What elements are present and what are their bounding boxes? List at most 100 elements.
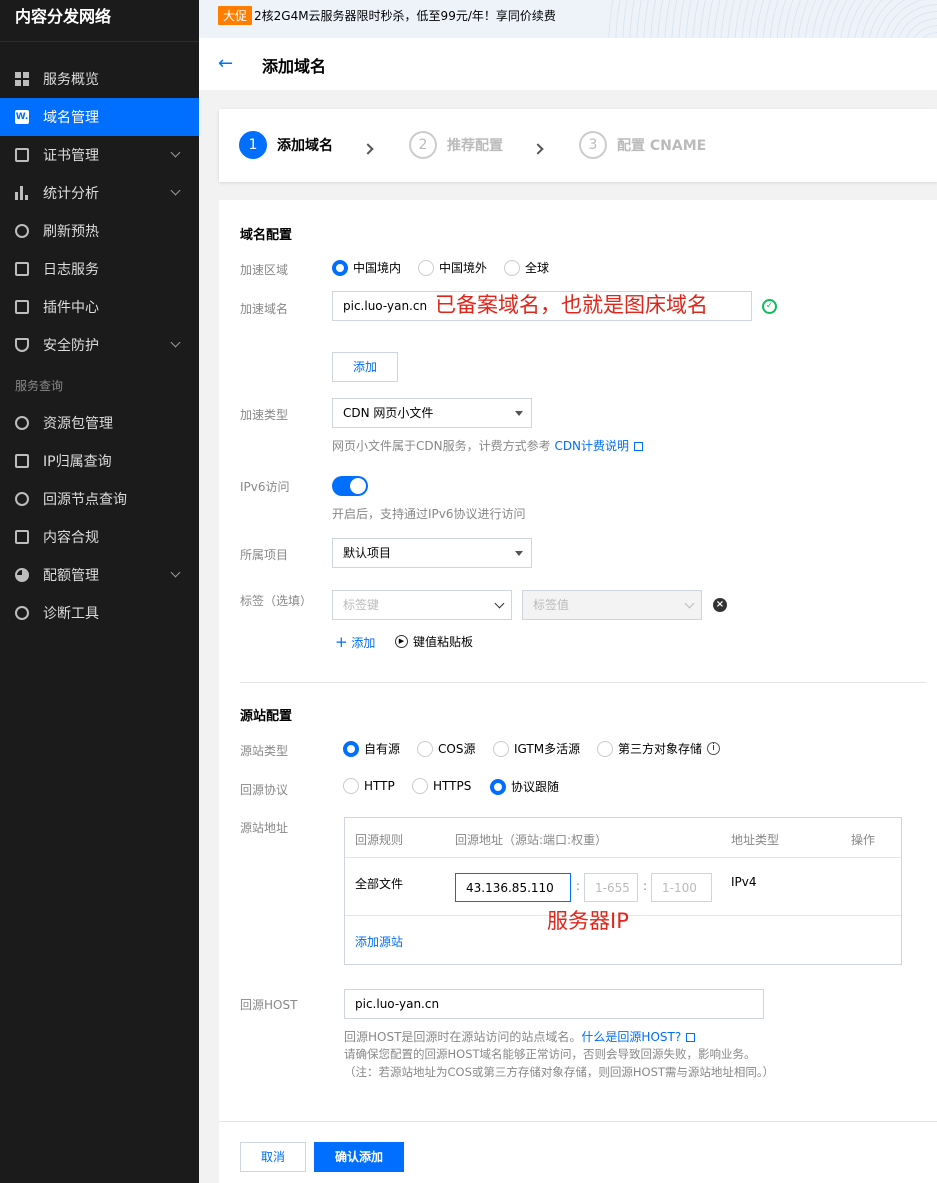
sidebar-item-label: IP归属查询	[43, 454, 112, 470]
project-label: 所属项目	[240, 548, 289, 562]
step-number: 1	[239, 131, 267, 159]
sidebar-item-label: 回源节点查询	[43, 492, 127, 508]
arrow-left-icon[interactable]: ←	[218, 53, 233, 74]
paste-tags-button[interactable]: ▶ 键值粘贴板	[395, 633, 473, 650]
origin-radio-own[interactable]: 自有源	[343, 740, 400, 757]
ip-annotation: 服务器IP	[547, 909, 629, 933]
project-select[interactable]: 默认项目	[332, 538, 532, 568]
domain-config-title: 域名配置	[240, 228, 293, 243]
sidebar-item-certificate[interactable]: 证书管理	[0, 136, 199, 174]
sidebar-item-ip-lookup[interactable]: IP归属查询	[0, 442, 199, 480]
chevron-down-icon	[684, 598, 695, 609]
origin-radio-cos[interactable]: COS源	[417, 740, 475, 757]
step-1: 1 添加域名	[239, 131, 333, 159]
info-icon[interactable]: i	[707, 742, 721, 755]
tag-key-select[interactable]: 标签键	[332, 590, 512, 620]
add-origin-link[interactable]: 添加源站	[355, 933, 403, 950]
region-radio-overseas[interactable]: 中国境外	[418, 259, 487, 276]
chevron-down-icon	[494, 598, 505, 609]
promo-bar[interactable]: 大促 2核2G4M云服务器限时秒杀，低至99元/年！享同价续费	[199, 0, 937, 38]
type-hint-text: 网页小文件属于CDN服务，计费方式参考	[332, 439, 551, 453]
sidebar-item-domain[interactable]: W. 域名管理	[0, 98, 199, 136]
steps-bar: 1 添加域名 2 推荐配置 3 配置 CNAME	[219, 109, 937, 182]
chevron-right-icon	[532, 143, 544, 155]
remove-tag-icon[interactable]: ×	[713, 598, 727, 612]
billing-link[interactable]: CDN计费说明	[554, 439, 629, 453]
region-radio-domestic[interactable]: 中国境内	[332, 259, 401, 276]
sidebar-item-label: 日志服务	[43, 262, 99, 278]
diagnose-icon	[15, 606, 29, 620]
origin-ip-value: 43.136.85.110	[466, 881, 554, 895]
origin-ip-input[interactable]: 43.136.85.110	[455, 873, 571, 902]
addr-type-cell: IPv4	[731, 875, 757, 889]
region-radio-global[interactable]: 全球	[504, 259, 549, 276]
sidebar-item-packages[interactable]: 资源包管理	[0, 404, 199, 442]
add-tag-button[interactable]: + 添加	[335, 633, 375, 651]
origin-radio-igtm[interactable]: IGTM多活源	[493, 740, 580, 757]
host-hint-1: 回源HOST是回源时在源站访问的站点域名。什么是回源HOST?	[344, 1028, 696, 1045]
host-input[interactable]: pic.luo-yan.cn	[344, 989, 764, 1019]
cancel-button[interactable]: 取消	[240, 1142, 306, 1172]
sidebar-item-diagnose[interactable]: 诊断工具	[0, 594, 199, 632]
tag-value-placeholder: 标签值	[533, 598, 570, 612]
form-card: 域名配置 加速区域 中国境内 中国境外 全球 加速域名 pic.luo-yan.…	[219, 200, 937, 1183]
tag-key-placeholder: 标签键	[343, 598, 380, 612]
domain-label: 加速域名	[240, 302, 289, 316]
add-domain-button[interactable]: 添加	[332, 352, 398, 382]
radio-dot	[332, 259, 348, 276]
protocol-radio-https[interactable]: HTTPS	[412, 778, 471, 794]
radio-label: HTTP	[364, 779, 395, 793]
origin-table: 回源规则 回源地址（源站:端口:权重） 地址类型 操作 全部文件 43.136.…	[344, 817, 902, 965]
origin-radio-third-party[interactable]: 第三方对象存储 i	[597, 740, 721, 757]
external-link-icon[interactable]	[634, 442, 644, 451]
sidebar-item-label: 统计分析	[43, 186, 99, 202]
origin-config-title: 源站配置	[240, 709, 293, 724]
chevron-down-icon	[170, 147, 181, 158]
what-is-host-link[interactable]: 什么是回源HOST?	[581, 1030, 681, 1044]
origin-weight-input[interactable]: 1-100	[651, 873, 712, 902]
add-tag-label: 添加	[351, 636, 376, 650]
type-select-value: CDN 网页小文件	[343, 406, 434, 420]
image-icon	[15, 530, 29, 544]
plus-icon: +	[335, 633, 348, 651]
radio-label: 全球	[525, 261, 550, 275]
tag-value-select[interactable]: 标签值	[522, 590, 702, 620]
package-icon	[15, 416, 29, 430]
table-divider	[345, 857, 901, 858]
chevron-down-icon	[170, 567, 181, 578]
sidebar-item-statistics[interactable]: 统计分析	[0, 174, 199, 212]
sidebar-title: 内容分发网络	[0, 0, 199, 42]
sidebar-item-plugins[interactable]: 插件中心	[0, 288, 199, 326]
page-title: 添加域名	[262, 57, 327, 76]
sidebar-item-logs[interactable]: 日志服务	[0, 250, 199, 288]
type-select[interactable]: CDN 网页小文件	[332, 398, 532, 428]
sidebar-item-label: 域名管理	[43, 110, 99, 126]
protocol-radio-follow[interactable]: 协议跟随	[490, 778, 559, 795]
sidebar-item-label: 安全防护	[43, 338, 99, 354]
ipv6-toggle[interactable]	[332, 476, 368, 496]
origin-port-input[interactable]: 1-655	[584, 873, 638, 902]
sidebar-item-security[interactable]: 安全防护	[0, 326, 199, 364]
external-link-icon[interactable]	[686, 1033, 696, 1042]
radio-dot	[343, 740, 359, 757]
sidebar-item-refresh[interactable]: 刷新预热	[0, 212, 199, 250]
sidebar-item-quota[interactable]: 配额管理	[0, 556, 199, 594]
step-number: 3	[579, 131, 607, 159]
certificate-icon	[15, 148, 29, 162]
type-hint: 网页小文件属于CDN服务，计费方式参考 CDN计费说明	[332, 437, 644, 454]
radio-label: COS源	[438, 742, 476, 756]
play-circle-icon: ▶	[395, 635, 408, 648]
confirm-add-button[interactable]: 确认添加	[314, 1142, 404, 1172]
weight-placeholder: 1-100	[662, 881, 697, 895]
chevron-right-icon	[362, 143, 374, 155]
ip-icon	[15, 454, 29, 468]
sidebar-item-overview[interactable]: 服务概览	[0, 60, 199, 98]
plugin-icon	[15, 300, 29, 314]
shield-icon	[15, 338, 29, 352]
protocol-radio-http[interactable]: HTTP	[343, 778, 395, 794]
sidebar-item-label: 证书管理	[43, 148, 99, 164]
sidebar-item-origin-node[interactable]: 回源节点查询	[0, 480, 199, 518]
promo-text[interactable]: 2核2G4M云服务器限时秒杀，低至99元/年！享同价续费	[254, 7, 556, 24]
sidebar-item-compliance[interactable]: 内容合规	[0, 518, 199, 556]
footer-divider	[219, 1121, 937, 1122]
